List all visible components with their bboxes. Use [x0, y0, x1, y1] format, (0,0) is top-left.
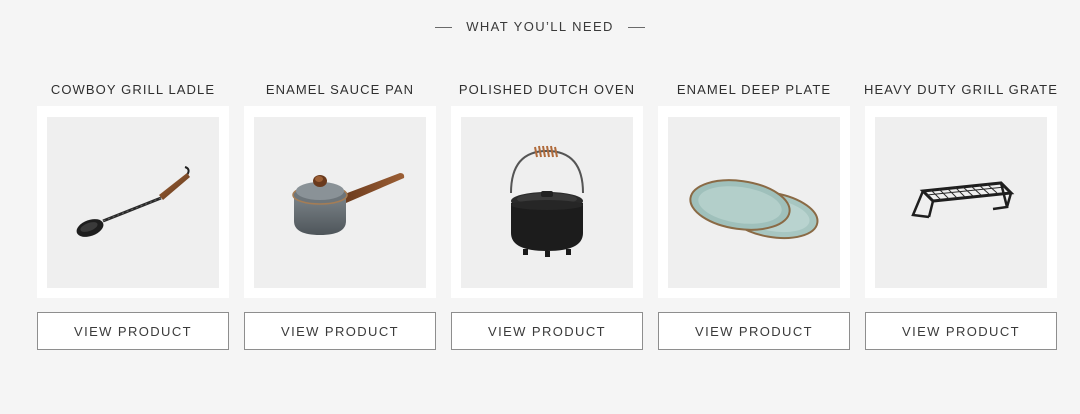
header-rule-left: [435, 26, 453, 28]
product-card-heavy-duty-grill-grate: HEAVY DUTY GRILL GRATE VIEW PRODUCT: [864, 80, 1058, 350]
product-card-enamel-deep-plate: ENAMEL DEEP PLATE VIEW PRODUCT: [658, 80, 850, 350]
section-title: WHAT YOU’LL NEED: [466, 19, 614, 34]
section-header: WHAT YOU’LL NEED: [0, 18, 1080, 36]
product-name: HEAVY DUTY GRILL GRATE: [864, 82, 1058, 97]
ladle-icon: [76, 166, 190, 237]
sauce-pan-icon: [292, 173, 405, 235]
view-product-button[interactable]: VIEW PRODUCT: [658, 312, 850, 350]
product-image: [254, 117, 426, 288]
product-grid: COWBOY GRILL LADLE VIEW PRODUCT ENAMEL S…: [37, 80, 1057, 350]
plates-icon: [689, 179, 819, 240]
product-image: [668, 117, 840, 288]
product-image-link[interactable]: [37, 106, 229, 298]
product-image: [47, 117, 219, 288]
product-card-polished-dutch-oven: POLISHED DUTCH OVEN VIEW PRODUCT: [451, 80, 643, 350]
product-name: COWBOY GRILL LADLE: [50, 82, 216, 97]
product-image-link[interactable]: [865, 106, 1057, 298]
grill-grate-icon: [911, 181, 1015, 219]
view-product-button[interactable]: VIEW PRODUCT: [865, 312, 1057, 350]
product-name: ENAMEL DEEP PLATE: [676, 82, 832, 97]
product-image-link[interactable]: [658, 106, 850, 298]
product-image: [461, 117, 633, 288]
product-image-link[interactable]: [244, 106, 436, 298]
product-card-cowboy-grill-ladle: COWBOY GRILL LADLE VIEW PRODUCT: [37, 80, 229, 350]
view-product-button[interactable]: VIEW PRODUCT: [37, 312, 229, 350]
product-image: [875, 117, 1047, 288]
view-product-button[interactable]: VIEW PRODUCT: [244, 312, 436, 350]
product-name: POLISHED DUTCH OVEN: [458, 82, 636, 97]
product-image-link[interactable]: [451, 106, 643, 298]
product-name: ENAMEL SAUCE PAN: [265, 82, 415, 97]
header-rule-right: [627, 26, 645, 28]
view-product-button[interactable]: VIEW PRODUCT: [451, 312, 643, 350]
product-card-enamel-sauce-pan: ENAMEL SAUCE PAN VIEW PRODUCT: [244, 80, 436, 350]
dutch-oven-icon: [510, 145, 584, 257]
